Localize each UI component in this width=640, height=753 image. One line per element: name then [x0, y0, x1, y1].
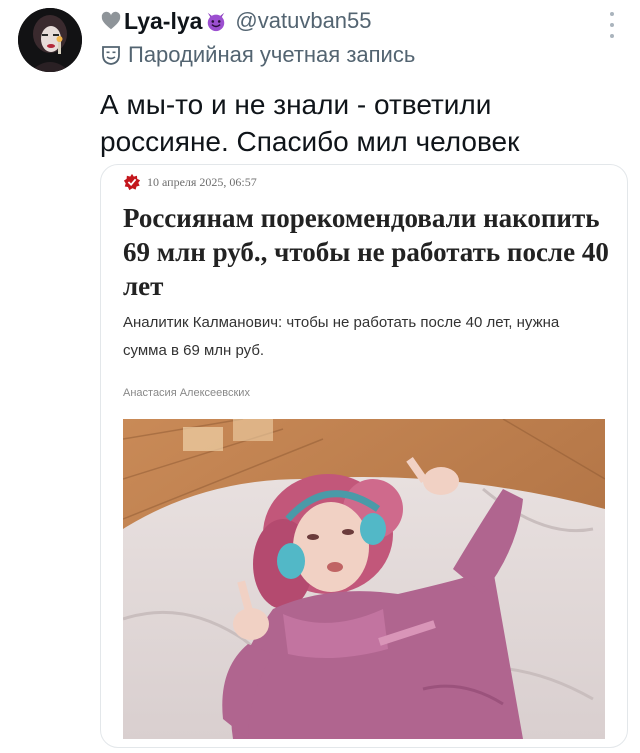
- more-dot: [610, 23, 614, 27]
- grey-heart-icon: [101, 11, 121, 30]
- parody-badge: Пародийная учетная запись: [102, 42, 415, 68]
- article-date: 10 апреля 2025, 06:57: [147, 174, 257, 189]
- more-dot: [610, 12, 614, 16]
- parody-badge-label: Пародийная учетная запись: [128, 42, 416, 67]
- user-handle[interactable]: @vatuvban55: [235, 8, 371, 34]
- user-name-row[interactable]: Lya-lya @vatuvban55: [100, 6, 372, 36]
- attached-image-card[interactable]: 10 апреля 2025, 06:57 Россиянам порекоме…: [100, 164, 628, 748]
- tweet-text-line-1: А мы-то и не знали - ответили: [100, 89, 492, 120]
- article-author: Анастасия Алексеевских: [123, 387, 250, 399]
- article-subtitle: Аналитик Калманович: чтобы не работать п…: [123, 314, 560, 359]
- tweet-text-line-2: россияне. Спасибо мил человек: [100, 126, 520, 157]
- article-headline: Россиянам порекомендовали накопить 69 мл…: [123, 203, 609, 301]
- article-photo-illustration: [123, 419, 605, 739]
- tweet-text: А мы-то и не знали - ответили россияне. …: [100, 86, 600, 160]
- publisher-logo-icon: [123, 173, 141, 191]
- smiling-imp-icon: [208, 12, 225, 32]
- theater-mask-icon: [102, 46, 120, 65]
- more-options-button[interactable]: [608, 12, 616, 38]
- avatar[interactable]: [18, 8, 82, 72]
- more-dot: [610, 34, 614, 38]
- avatar-image: [18, 8, 82, 72]
- article-meta: 10 апреля 2025, 06:57: [123, 173, 257, 191]
- article-photo: [123, 419, 605, 739]
- display-name[interactable]: Lya-lya: [124, 8, 202, 35]
